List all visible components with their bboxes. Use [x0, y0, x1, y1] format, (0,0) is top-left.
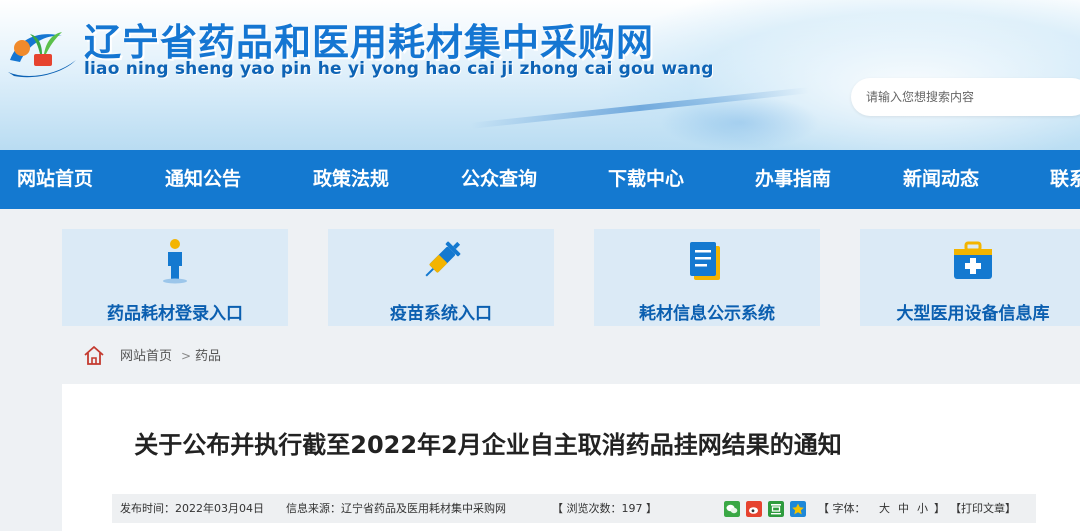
nav-item-downloads[interactable]: 下载中心 — [608, 150, 684, 209]
view-count: 【 浏览次数：197 】 — [552, 502, 657, 515]
document-icon — [690, 242, 720, 280]
entry-label: 疫苗系统入口 — [390, 304, 492, 324]
douban-icon[interactable] — [768, 501, 784, 517]
entry-label: 药品耗材登录入口 — [107, 304, 243, 324]
main-nav: 网站首页 通知公告 政策法规 公众查询 下载中心 办事指南 新闻动态 联系 — [0, 150, 1080, 209]
entry-drug-login[interactable]: 药品耗材登录入口 — [62, 229, 288, 326]
nav-item-policies[interactable]: 政策法规 — [313, 150, 389, 209]
article-meta-bar: 发布时间：2022年03月04日 信息来源：辽宁省药品及医用耗材集中采购网 【 … — [112, 494, 1036, 523]
breadcrumb-current[interactable]: 药品 — [195, 339, 221, 374]
print-article-button[interactable]: 【打印文章】 — [950, 494, 1016, 523]
nav-item-notices[interactable]: 通知公告 — [165, 150, 241, 209]
breadcrumb: 网站首页 > 药品 — [62, 339, 1080, 374]
site-title-pinyin: liao ning sheng yao pin he yi yong hao c… — [84, 59, 714, 79]
seedling-hand-logo[interactable] — [4, 14, 82, 80]
article-panel: 关于公布并执行截至2022年2月企业自主取消药品挂网结果的通知 发布时间：202… — [62, 384, 1080, 531]
breadcrumb-home[interactable]: 网站首页 — [120, 339, 172, 374]
font-size-medium[interactable]: 中 — [898, 494, 909, 523]
site-title: 辽宁省药品和医用耗材集中采购网 — [84, 21, 654, 64]
site-header: 辽宁省药品和医用耗材集中采购网 liao ning sheng yao pin … — [0, 0, 1080, 150]
wechat-icon[interactable] — [724, 501, 740, 517]
entry-label: 耗材信息公示系统 — [639, 304, 775, 324]
publish-time: 发布时间：2022年03月04日 — [120, 502, 264, 515]
entry-label: 大型医用设备信息库 — [896, 304, 1050, 324]
weibo-icon[interactable] — [746, 501, 762, 517]
font-size-large[interactable]: 大 — [879, 494, 890, 523]
nav-item-public-query[interactable]: 公众查询 — [461, 150, 537, 209]
font-size-close: 】 — [934, 502, 945, 515]
nav-item-news[interactable]: 新闻动态 — [903, 150, 979, 209]
search-input[interactable] — [866, 78, 1076, 116]
nav-item-home[interactable]: 网站首页 — [17, 150, 93, 209]
entry-consumables-info[interactable]: 耗材信息公示系统 — [594, 229, 820, 326]
qzone-icon[interactable] — [790, 501, 806, 517]
home-icon[interactable] — [82, 344, 106, 368]
font-size-small[interactable]: 小 — [917, 494, 928, 523]
info-source: 信息来源：辽宁省药品及医用耗材集中采购网 — [286, 502, 506, 515]
entry-large-equipment[interactable]: 大型医用设备信息库 — [860, 229, 1080, 326]
breadcrumb-separator: > — [181, 349, 192, 363]
entry-vaccine-system[interactable]: 疫苗系统入口 — [328, 229, 554, 326]
font-size-label: 【 字体： — [818, 502, 866, 515]
article-title: 关于公布并执行截至2022年2月企业自主取消药品挂网结果的通知 — [134, 431, 842, 459]
person-icon — [163, 239, 187, 284]
medical-kit-icon — [954, 241, 992, 279]
search-box — [851, 78, 1080, 116]
nav-item-contact[interactable]: 联系 — [1050, 150, 1080, 209]
syringe-icon — [425, 241, 461, 277]
nav-item-guide[interactable]: 办事指南 — [755, 150, 831, 209]
